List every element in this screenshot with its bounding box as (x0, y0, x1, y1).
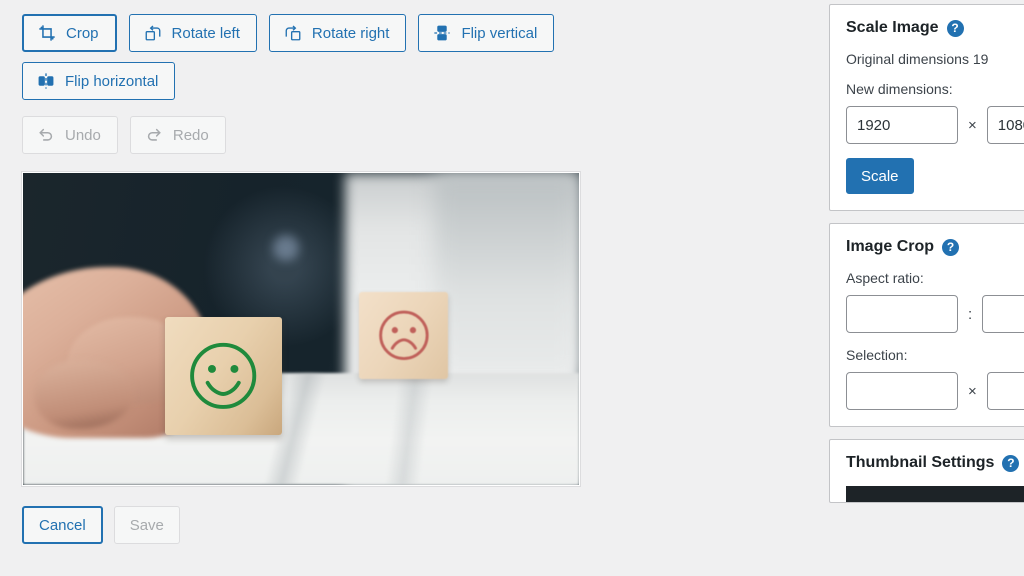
crop-icon (37, 23, 57, 43)
history-button-row: Undo Redo (22, 116, 662, 154)
scale-width-input[interactable] (846, 106, 958, 144)
flip-vertical-button-label: Flip vertical (461, 24, 538, 42)
rotate-right-icon (283, 23, 303, 43)
thumbnail-settings-panel: Thumbnail Settings ? (829, 439, 1024, 503)
redo-icon (144, 125, 164, 145)
original-dimensions-text: Original dimensions 19 (846, 51, 989, 67)
new-dimensions-field-row: × (846, 106, 1024, 144)
flip-horizontal-button-row: Flip horizontal (22, 62, 662, 100)
undo-button-label: Undo (65, 126, 101, 144)
crop-button[interactable]: Crop (22, 14, 117, 52)
aspect-ratio-separator: : (968, 305, 973, 323)
scale-height-input[interactable] (986, 106, 1024, 144)
flip-horizontal-button-label: Flip horizontal (65, 72, 159, 90)
cancel-button[interactable]: Cancel (22, 506, 103, 544)
redo-button[interactable]: Redo (129, 116, 226, 154)
rotate-left-icon (143, 23, 163, 43)
selection-separator: × (968, 382, 977, 400)
scale-image-title: Scale Image ? (846, 19, 1024, 37)
image-background-highlight (434, 173, 579, 379)
wooden-block-happy (164, 316, 282, 436)
selection-label: Selection: (846, 347, 908, 363)
thumbnail-preview-strip (846, 486, 1024, 502)
redo-button-label: Redo (172, 126, 209, 144)
image-crop-canvas[interactable] (22, 172, 580, 486)
aspect-ratio-label: Aspect ratio: (846, 270, 924, 286)
image-crop-help-icon[interactable]: ? (942, 238, 960, 256)
save-button[interactable]: Save (113, 506, 180, 544)
undo-icon (36, 125, 56, 145)
scale-button-label: Scale (861, 167, 899, 185)
image-crop-panel: Image Crop ? Aspect ratio: : Selection: … (829, 223, 1024, 427)
aspect-ratio-height-input[interactable] (982, 295, 1024, 333)
dimension-separator: × (968, 116, 977, 134)
flip-horizontal-button[interactable]: Flip horizontal (22, 62, 176, 100)
selection-height-input[interactable] (986, 372, 1024, 410)
cancel-button-label: Cancel (39, 516, 86, 534)
scale-image-panel: Scale Image ? Original dimensions 19 New… (829, 4, 1024, 211)
editable-image[interactable] (23, 173, 579, 485)
new-dimensions-label: New dimensions: (846, 81, 953, 97)
selection-field-row: × (846, 372, 1024, 410)
thumbnail-settings-help-icon[interactable]: ? (1002, 454, 1020, 472)
scale-button[interactable]: Scale (846, 158, 914, 194)
save-button-label: Save (129, 516, 164, 534)
editor-toolbar: Crop Rotate left Rotate right Flip verti… (22, 14, 662, 154)
flip-vertical-button[interactable]: Flip vertical (418, 14, 555, 52)
transform-button-row: Crop Rotate left Rotate right Flip verti… (22, 14, 662, 52)
sad-face-icon (379, 310, 429, 360)
image-crop-title-label: Image Crop (846, 238, 935, 255)
rotate-left-button-label: Rotate left (171, 24, 240, 42)
image-editor-screen: Crop Rotate left Rotate right Flip verti… (0, 0, 1024, 576)
flip-horizontal-icon (36, 71, 56, 91)
rotate-left-button[interactable]: Rotate left (128, 14, 257, 52)
wooden-block-sad (359, 291, 449, 379)
happy-face-icon (190, 342, 257, 409)
image-crop-title: Image Crop ? (846, 238, 1024, 256)
rotate-right-button[interactable]: Rotate right (268, 14, 407, 52)
selection-width-input[interactable] (846, 372, 958, 410)
image-editor-panel: Crop Rotate left Rotate right Flip verti… (0, 0, 800, 576)
editor-action-row: Cancel Save (22, 506, 800, 544)
crop-button-label: Crop (66, 24, 99, 42)
aspect-ratio-field-row: : (846, 295, 1024, 333)
thumbnail-settings-title: Thumbnail Settings ? (846, 454, 1024, 472)
scale-image-help-icon[interactable]: ? (946, 19, 964, 37)
rotate-right-button-label: Rotate right (311, 24, 390, 42)
thumbnail-settings-title-label: Thumbnail Settings (846, 454, 995, 471)
flip-vertical-icon (432, 23, 452, 43)
aspect-ratio-width-input[interactable] (846, 295, 958, 333)
undo-button[interactable]: Undo (22, 116, 118, 154)
scale-image-title-label: Scale Image (846, 19, 939, 36)
editor-sidebar: Scale Image ? Original dimensions 19 New… (829, 0, 1024, 576)
